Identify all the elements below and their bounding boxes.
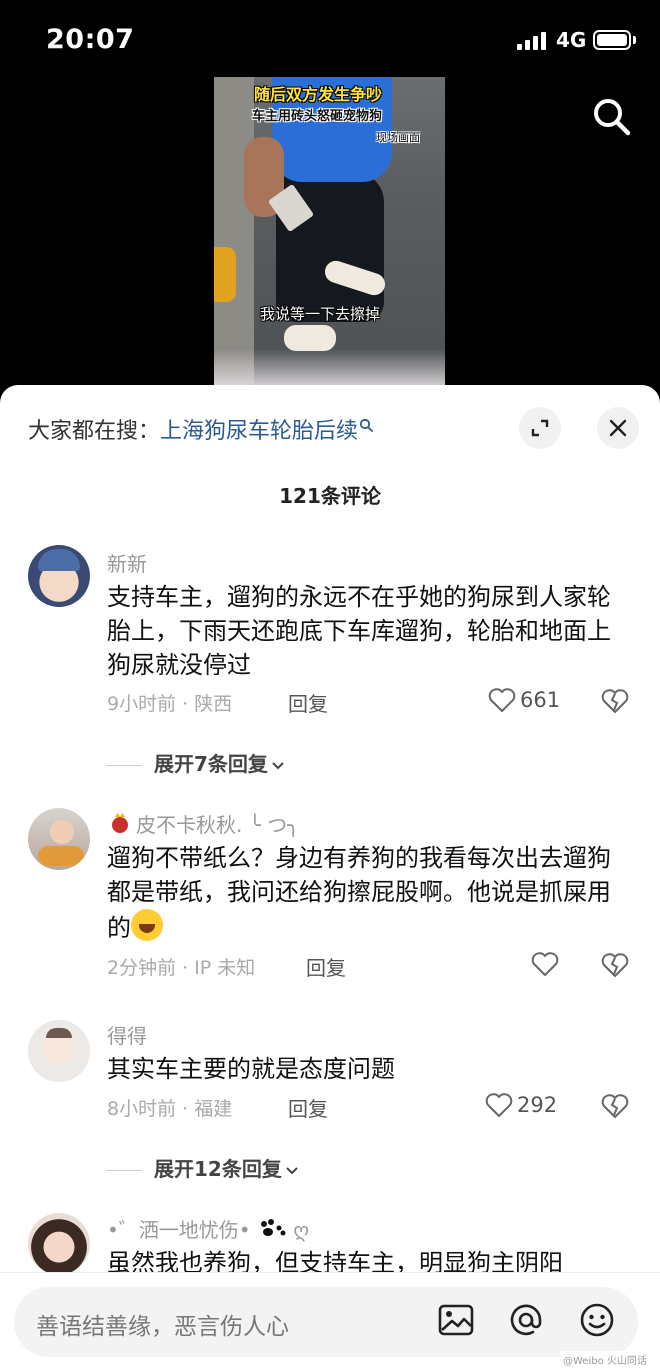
image-icon[interactable] — [437, 1301, 475, 1339]
heart-icon — [531, 952, 559, 976]
broken-heart-icon — [601, 953, 629, 977]
comment-username-text: •゛洒一地忧伤• — [107, 1218, 251, 1242]
divider — [106, 765, 142, 766]
watermark: @Weibo 火山同话 — [560, 1351, 650, 1368]
comment-sheet: 大家都在搜：上海狗尿车轮胎后续 121条评论 新新 支持车主，遛狗的永远不在乎她… — [0, 385, 660, 1370]
battery-icon — [593, 30, 631, 50]
comment-meta: 8小时前 · 福建 — [107, 1098, 233, 1120]
paw-icon — [260, 1219, 286, 1236]
video-cone — [214, 247, 236, 302]
broken-heart-icon — [601, 1094, 629, 1118]
comment-count: 121条评论 — [279, 484, 381, 508]
trending-label: 大家都在搜： — [28, 419, 161, 444]
avatar[interactable] — [28, 808, 90, 870]
expand-replies-label: 展开12条回复 — [154, 1157, 282, 1181]
like-button[interactable]: 661 — [487, 685, 560, 715]
avatar[interactable] — [28, 545, 90, 607]
small-search-icon[interactable] — [359, 418, 373, 432]
comment-meta: 2分钟前 · IP 未知 — [107, 957, 256, 979]
video-subtitle: 我说等一下去擦掉 — [260, 305, 381, 323]
broken-heart-icon — [601, 689, 629, 713]
like-count: 661 — [520, 688, 561, 712]
comment-username-suffix: ღ — [293, 1218, 310, 1242]
laugh-emoji-icon — [131, 909, 163, 941]
reply-button[interactable]: 回复 — [306, 952, 346, 981]
like-count: 292 — [517, 1093, 558, 1117]
search-icon[interactable] — [590, 95, 632, 137]
video-caption-tag: 现场画面 — [376, 131, 420, 144]
like-button[interactable] — [530, 949, 563, 979]
comment-text: 支持车主，遛狗的永远不在乎她的狗尿到人家轮胎上，下雨天还跑底下车库遛狗，轮胎和地… — [107, 583, 611, 679]
emoji-icon[interactable] — [578, 1301, 616, 1339]
expand-replies[interactable]: 展开12条回复 — [106, 1153, 300, 1182]
divider — [106, 1170, 142, 1171]
status-bar: 20:07 4G — [0, 0, 660, 80]
dislike-button[interactable] — [600, 1091, 630, 1121]
comment-username[interactable]: •゛洒一地忧伤• ღ — [107, 1214, 309, 1243]
avatar[interactable] — [28, 1020, 90, 1082]
trending-search: 大家都在搜：上海狗尿车轮胎后续 — [28, 413, 373, 445]
expand-replies[interactable]: 展开7条回复 — [106, 748, 286, 777]
network-type: 4G — [556, 28, 587, 52]
battery-cap — [633, 36, 636, 44]
video-caption-top: 随后双方发生争吵 — [254, 85, 383, 104]
comment-username[interactable]: 皮不卡秋秋. ╰ つ╮ — [107, 809, 299, 838]
comment-text: 遛狗不带纸么？身边有养狗的我看每次出去遛狗都是带纸，我问还给狗擦屁股啊。他说是抓… — [107, 841, 627, 945]
video-curb — [214, 77, 254, 387]
expand-button[interactable] — [519, 407, 561, 449]
reply-button[interactable]: 回复 — [288, 688, 328, 717]
comment-text: 其实车主要的就是态度问题 — [107, 1055, 395, 1083]
chevron-down-icon — [272, 761, 284, 769]
dislike-button[interactable] — [600, 686, 630, 716]
expand-icon — [531, 419, 549, 437]
chevron-down-icon — [286, 1166, 298, 1174]
comment-input-placeholder[interactable]: 善语结善缘，恶言伤人心 — [36, 1307, 289, 1341]
comment-text-content: 遛狗不带纸么？身边有养狗的我看每次出去遛狗都是带纸，我问还给狗擦屁股啊。他说是抓… — [107, 844, 611, 942]
reply-button[interactable]: 回复 — [288, 1093, 328, 1122]
trending-query-link[interactable]: 上海狗尿车轮胎后续 — [160, 419, 358, 444]
video-player[interactable]: 随后双方发生争吵 车主用砖头怒砸宠物狗 现场画面 我说等一下去擦掉 — [214, 77, 445, 387]
heart-icon — [488, 688, 516, 712]
comment-username[interactable]: 新新 — [107, 548, 147, 577]
dislike-button[interactable] — [600, 950, 630, 980]
video-fade — [214, 349, 445, 387]
rooster-badge-icon — [112, 813, 128, 833]
heart-icon — [485, 1093, 513, 1117]
expand-replies-label: 展开7条回复 — [154, 752, 268, 776]
mention-icon[interactable] — [507, 1301, 545, 1339]
comment-username[interactable]: 得得 — [107, 1020, 147, 1049]
video-shoe — [284, 325, 336, 351]
signal-icon — [517, 32, 549, 50]
avatar[interactable] — [28, 1213, 90, 1275]
comment-username-text: 皮不卡秋秋. ╰ つ╮ — [136, 813, 300, 837]
close-icon — [609, 419, 627, 437]
comment-meta: 9小时前 · 陕西 — [107, 693, 233, 715]
close-button[interactable] — [597, 407, 639, 449]
like-button[interactable]: 292 — [484, 1090, 557, 1120]
status-time: 20:07 — [46, 24, 135, 55]
video-caption-mid: 车主用砖头怒砸宠物狗 — [252, 109, 383, 124]
